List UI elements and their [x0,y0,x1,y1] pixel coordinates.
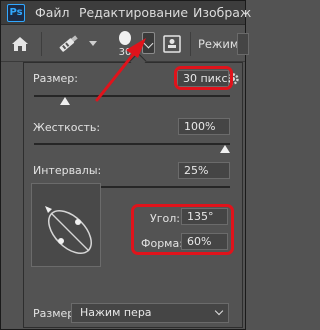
pen-control-value: Нажим пера [80,306,152,319]
home-icon[interactable] [11,35,29,53]
pen-control-dropdown[interactable]: Нажим пера [71,303,229,323]
divider [41,32,42,56]
angle-roundness-highlight-box [131,204,234,255]
mode-dropdown[interactable] [237,33,249,55]
tool-preset-caret-icon[interactable] [89,41,97,46]
brush-shape-preview[interactable] [31,183,101,267]
hardness-slider-thumb[interactable] [220,145,230,153]
brush-tool-icon[interactable] [55,34,81,54]
stamp-icon[interactable] [163,35,181,53]
hardness-label: Жесткость: [33,121,101,134]
chevron-down-icon [214,306,224,316]
hardness-slider-track[interactable] [34,143,230,145]
size-slider-thumb[interactable] [60,97,71,105]
menu-image[interactable]: Изображ [193,5,251,20]
spacing-label: Интервалы: [33,164,102,177]
options-bar: 30 Режим: [1,26,249,62]
brush-angle-roundness-control[interactable] [32,184,102,268]
menu-bar: Ps Файл Редактирование Изображ [1,1,251,25]
brush-picker-button[interactable] [142,32,155,54]
size-highlight-box [174,66,233,90]
mode-label: Режим: [198,37,243,51]
divider [190,32,191,56]
brush-tip-icon [119,31,131,45]
menu-file[interactable]: Файл [35,5,70,20]
chevron-down-icon [143,38,154,49]
app-logo: Ps [7,4,25,22]
size-label: Размер: [33,72,78,85]
hardness-input[interactable]: 100% [178,118,230,135]
menu-edit[interactable]: Редактирование [79,5,188,20]
spacing-input[interactable]: 25% [178,162,230,179]
